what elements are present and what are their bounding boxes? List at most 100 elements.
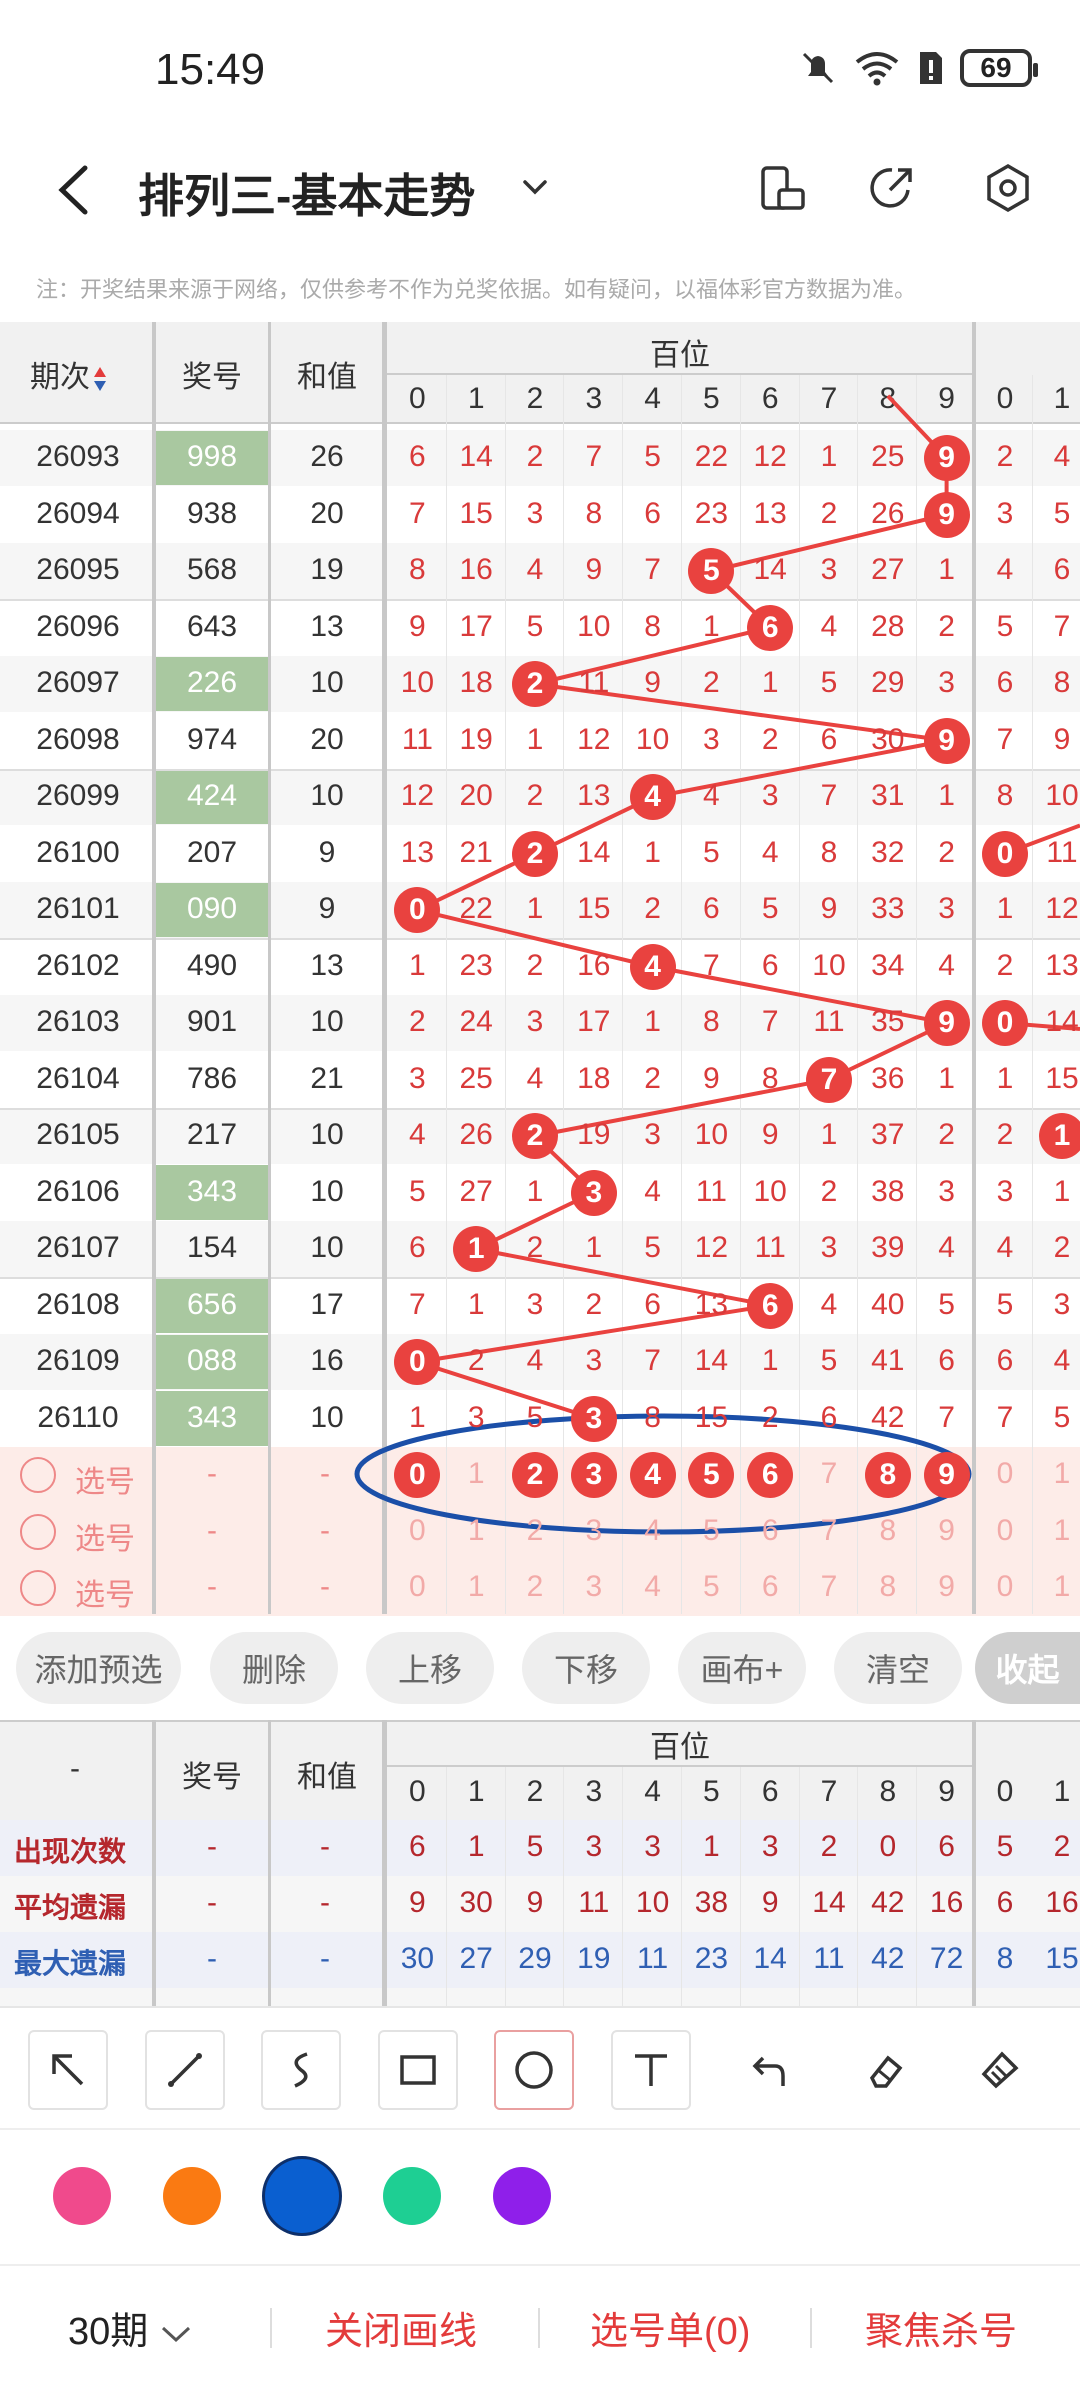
select-ball-selected[interactable]: 2 — [512, 1452, 558, 1498]
rectangle-tool-button[interactable] — [377, 2030, 458, 2110]
select-ball[interactable]: 2 — [506, 1570, 565, 1604]
select-ball[interactable]: 0 — [388, 1514, 447, 1548]
circle-tool-button[interactable] — [494, 2030, 574, 2110]
move-up-button[interactable]: 上移 — [366, 1632, 494, 1704]
omission-cell: 36 — [871, 1061, 905, 1095]
select-ball[interactable]: 8 — [858, 1570, 917, 1604]
select-ball[interactable]: 1 — [1032, 1457, 1080, 1491]
undo-button[interactable] — [727, 2030, 807, 2110]
select-ball-selected[interactable]: 3 — [570, 1452, 617, 1498]
select-ball[interactable]: 9 — [917, 1570, 976, 1604]
select-ball[interactable]: 1 — [447, 1457, 506, 1491]
omission-cell: 41 — [871, 1344, 905, 1377]
select-radio[interactable] — [20, 1457, 56, 1493]
select-ball[interactable]: 6 — [741, 1570, 800, 1604]
select-ball[interactable]: 0 — [388, 1570, 447, 1604]
line-tool-button[interactable] — [144, 2030, 225, 2110]
clear-button[interactable]: 清空 — [834, 1632, 962, 1704]
select-ball[interactable]: 3 — [564, 1514, 623, 1548]
back-arrow-icon[interactable] — [50, 160, 100, 220]
select-ball[interactable]: 0 — [975, 1514, 1035, 1548]
select-ball-selected[interactable]: 9 — [923, 1452, 970, 1498]
period-cell: 26098 — [36, 722, 120, 756]
select-ball-selected[interactable]: 4 — [629, 1452, 676, 1498]
hit-ball: 2 — [512, 830, 558, 877]
text-tool-button[interactable] — [610, 2030, 691, 2110]
color-swatch[interactable] — [493, 2167, 551, 2225]
omission-cell: 6 — [820, 722, 838, 756]
select-ball[interactable]: 1 — [447, 1514, 506, 1548]
select-ball[interactable]: 1 — [1032, 1570, 1080, 1604]
omission-cell: 7 — [996, 722, 1014, 756]
select-ball[interactable]: 8 — [858, 1514, 917, 1548]
period-cell: 26104 — [36, 1061, 120, 1095]
settings-icon[interactable] — [982, 162, 1034, 214]
select-radio[interactable] — [20, 1570, 56, 1606]
share-icon[interactable] — [866, 162, 918, 214]
select-ball[interactable]: 7 — [800, 1514, 859, 1548]
select-ball-selected[interactable]: 8 — [864, 1452, 911, 1498]
omission-cell: 4 — [526, 553, 544, 586]
curve-tool-button[interactable] — [261, 2030, 341, 2110]
select-ball[interactable]: 4 — [623, 1514, 682, 1548]
color-swatch[interactable] — [262, 2156, 342, 2236]
collapse-button[interactable]: 收起 — [975, 1632, 1080, 1704]
select-radio[interactable] — [20, 1513, 56, 1550]
select-ball[interactable]: 1 — [1032, 1514, 1080, 1548]
select-ball[interactable]: 5 — [682, 1514, 741, 1548]
omission-cell: 14 — [577, 835, 611, 869]
canvas-plus-button[interactable]: 画布+ — [678, 1632, 806, 1704]
period-cell: 26109 — [36, 1344, 120, 1377]
select-ball[interactable]: 0 — [975, 1457, 1035, 1491]
select-label[interactable]: 选号 — [70, 1570, 140, 1614]
col-sum-header: 和值 — [297, 361, 357, 394]
select-ball[interactable]: 1 — [447, 1570, 506, 1604]
select-label[interactable]: 选号 — [70, 1457, 140, 1501]
select-list-button[interactable]: 选号单(0) — [590, 2300, 750, 2355]
select-ball[interactable]: 0 — [975, 1570, 1035, 1604]
omission-cell: 5 — [644, 1231, 661, 1264]
color-swatch[interactable] — [163, 2167, 221, 2225]
eraser-button[interactable] — [844, 2030, 924, 2110]
omission-cell: 33 — [871, 892, 905, 925]
page-title[interactable]: 排列三-基本走势 — [138, 160, 475, 226]
omission-cell: 13 — [577, 779, 611, 812]
omission-cell: 2 — [644, 1061, 661, 1095]
digit-header: 7 — [820, 1775, 838, 1808]
select-ball[interactable]: 4 — [623, 1570, 682, 1604]
select-ball[interactable]: 3 — [564, 1570, 623, 1604]
sum-cell: 16 — [310, 1344, 344, 1377]
omission-cell: 42 — [871, 1400, 905, 1434]
divider — [538, 2308, 540, 2348]
select-ball[interactable]: 7 — [800, 1570, 859, 1604]
col-period-header[interactable]: 期次 — [30, 352, 130, 396]
select-label[interactable]: 选号 — [70, 1514, 140, 1558]
add-preselect-button[interactable]: 添加预选 — [16, 1632, 181, 1704]
select-ball[interactable]: 6 — [741, 1514, 800, 1548]
clear-brush-button[interactable] — [960, 2030, 1040, 2110]
move-down-button[interactable]: 下移 — [522, 1632, 650, 1704]
select-ball[interactable]: 2 — [506, 1514, 565, 1548]
select-ball[interactable]: 5 — [682, 1570, 741, 1604]
stats-dash: - — [320, 1830, 330, 1863]
delete-button[interactable]: 删除 — [210, 1632, 338, 1704]
close-lines-button[interactable]: 关闭画线 — [325, 2300, 477, 2355]
select-ball[interactable]: 7 — [800, 1457, 859, 1491]
period-select[interactable]: 30期 — [68, 2300, 193, 2355]
divider — [0, 599, 1080, 602]
omission-cell: 27 — [459, 1174, 493, 1208]
landscape-toggle-icon[interactable] — [757, 162, 809, 214]
omission-cell: 6 — [996, 666, 1014, 699]
arrow-tool-button[interactable] — [28, 2030, 108, 2110]
color-swatch[interactable] — [53, 2167, 111, 2225]
select-ball-selected[interactable]: 6 — [747, 1452, 794, 1498]
omission-cell: 1 — [761, 666, 779, 699]
chevron-down-icon[interactable] — [520, 172, 550, 202]
omission-cell: 37 — [871, 1118, 905, 1151]
select-ball[interactable]: 9 — [917, 1514, 976, 1548]
digit-header: 0 — [409, 1775, 426, 1808]
hit-ball: 2 — [512, 661, 558, 707]
focus-kill-button[interactable]: 聚焦杀号 — [865, 2300, 1017, 2355]
stats-row-partial — [0, 1988, 1080, 2006]
color-swatch[interactable] — [383, 2167, 441, 2225]
